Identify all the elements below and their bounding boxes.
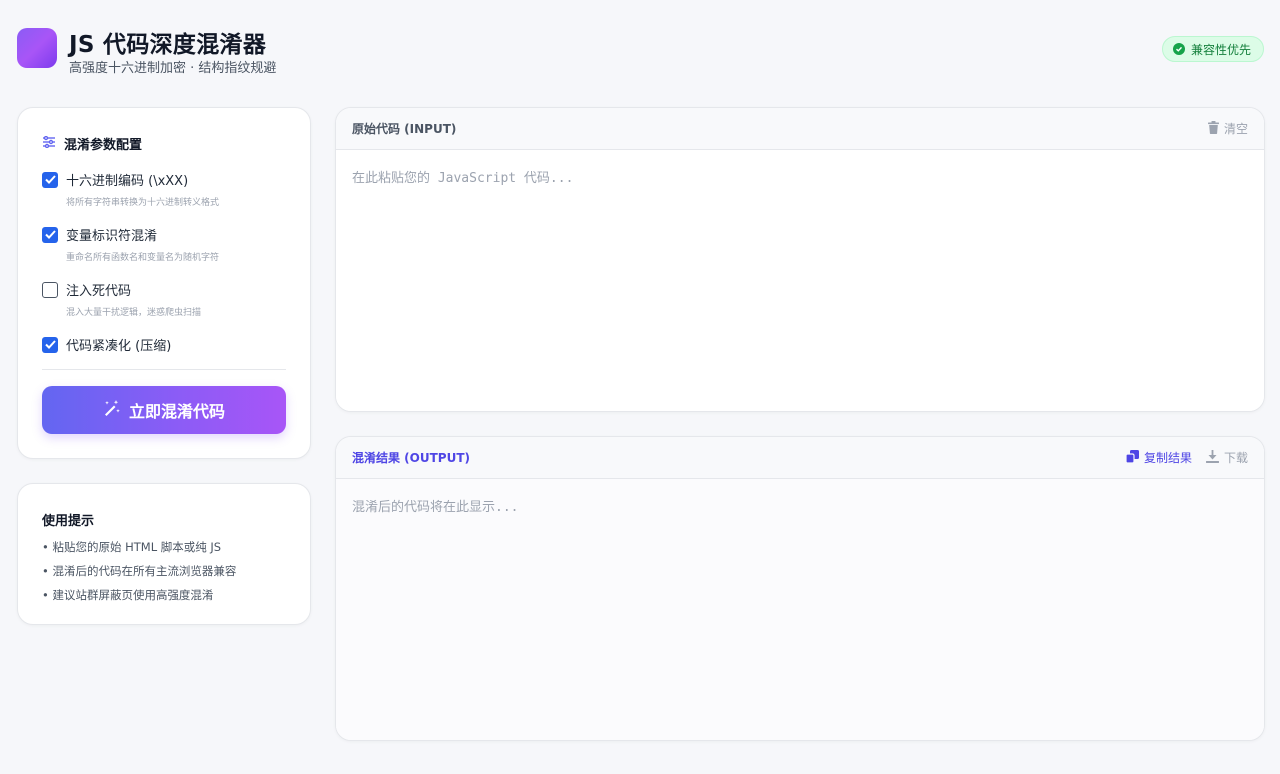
option-desc: 将所有字符串转换为十六进制转义格式 — [66, 198, 220, 208]
clear-label: 清空 — [1223, 122, 1248, 136]
badge-label: 兼容性优先 — [1190, 42, 1251, 57]
option-dead-code[interactable]: 注入死代码 混入大量干扰逻辑，迷惑爬虫扫描 — [42, 280, 201, 318]
code-input[interactable] — [336, 150, 1264, 411]
app-logo — [17, 28, 57, 68]
input-title: 原始代码 (INPUT) — [352, 122, 457, 136]
config-card: 混淆参数配置 十六进制编码 (\xXX) 将所有字符串转换为十六进制转义格式 变… — [17, 107, 311, 459]
copy-label: 复制结果 — [1143, 451, 1192, 465]
option-label: 变量标识符混淆 — [66, 229, 158, 244]
divider — [42, 369, 286, 370]
tips-list: • 粘贴您的原始 HTML 脚本或纯 JS • 混淆后的代码在所有主流浏览器兼容… — [42, 535, 236, 607]
option-label: 注入死代码 — [66, 284, 132, 299]
hex-encoding-checkbox[interactable] — [42, 171, 58, 188]
clear-button[interactable]: 清空 — [1207, 120, 1248, 137]
option-compact[interactable]: 代码紧凑化 (压缩) — [42, 335, 171, 354]
output-panel-header: 混淆结果 (OUTPUT) 复制结果 下载 — [336, 437, 1264, 479]
input-panel: 原始代码 (INPUT) 清空 — [335, 107, 1265, 412]
sliders-icon — [42, 135, 56, 152]
obfuscate-button[interactable]: 立即混淆代码 — [42, 386, 286, 434]
dead-code-checkbox[interactable] — [42, 281, 58, 298]
download-button[interactable]: 下载 — [1205, 449, 1248, 466]
output-panel: 混淆结果 (OUTPUT) 复制结果 下载 — [335, 436, 1265, 741]
tip-item: • 建议站群屏蔽页使用高强度混淆 — [42, 588, 214, 602]
check-circle-icon — [1172, 43, 1185, 55]
app-header: JS 代码深度混淆器 高强度十六进制加密 · 结构指纹规避 兼容性优先 — [17, 24, 1264, 76]
compact-checkbox[interactable] — [42, 336, 58, 353]
download-label: 下载 — [1223, 451, 1248, 465]
input-panel-header: 原始代码 (INPUT) 清空 — [336, 108, 1264, 150]
page-subtitle: 高强度十六进制加密 · 结构指纹规避 — [69, 61, 277, 76]
option-identifier-obfuscation[interactable]: 变量标识符混淆 重命名所有函数名和变量名为随机字符 — [42, 225, 219, 263]
option-desc: 混入大量干扰逻辑，迷惑爬虫扫描 — [66, 308, 202, 318]
output-title: 混淆结果 (OUTPUT) — [352, 451, 471, 465]
copy-result-button[interactable]: 复制结果 — [1125, 449, 1192, 466]
config-title-label: 混淆参数配置 — [64, 138, 143, 153]
tip-item: • 粘贴您的原始 HTML 脚本或纯 JS — [42, 540, 222, 554]
option-label: 代码紧凑化 (压缩) — [66, 339, 172, 354]
tips-card: 使用提示 • 粘贴您的原始 HTML 脚本或纯 JS • 混淆后的代码在所有主流… — [17, 483, 311, 625]
option-hex-encoding[interactable]: 十六进制编码 (\xXX) 将所有字符串转换为十六进制转义格式 — [42, 170, 219, 208]
copy-icon — [1125, 449, 1139, 466]
download-icon — [1205, 449, 1219, 466]
config-title: 混淆参数配置 — [42, 134, 142, 153]
compatibility-badge: 兼容性优先 — [1161, 36, 1264, 62]
tip-item: • 混淆后的代码在所有主流浏览器兼容 — [42, 564, 237, 578]
option-label: 十六进制编码 (\xXX) — [66, 174, 189, 189]
page-title: JS 代码深度混淆器 — [69, 32, 267, 58]
tips-title: 使用提示 — [42, 514, 95, 529]
identifier-obfuscation-checkbox[interactable] — [42, 226, 58, 243]
code-output[interactable] — [336, 479, 1264, 740]
magic-wand-icon — [103, 399, 121, 421]
obfuscate-button-label: 立即混淆代码 — [128, 402, 225, 421]
trash-icon — [1207, 120, 1219, 137]
option-desc: 重命名所有函数名和变量名为随机字符 — [66, 253, 220, 263]
